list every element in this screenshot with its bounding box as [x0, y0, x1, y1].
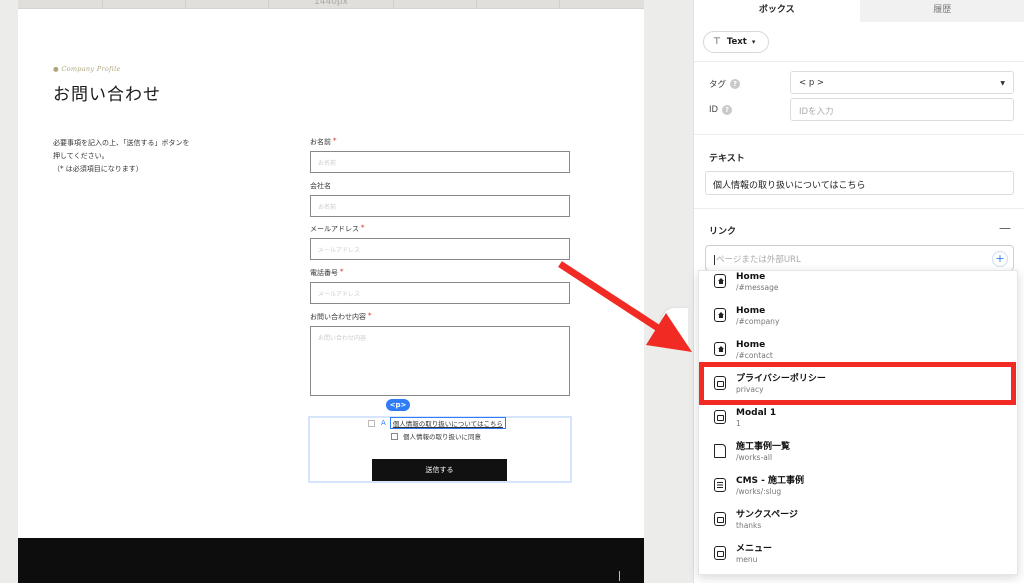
company-field[interactable]: お名前	[310, 195, 570, 217]
collapse-icon[interactable]: —	[999, 221, 1011, 235]
dropdown-item[interactable]: メニュー menu	[699, 539, 1017, 573]
modal-icon	[714, 512, 726, 526]
dropdown-item[interactable]: Home/#company	[699, 301, 1017, 335]
required-mark: *	[333, 137, 337, 145]
section-eyebrow: ● Company Profile	[53, 65, 121, 73]
element-type-label: Text	[726, 37, 747, 47]
divider	[694, 134, 1024, 135]
width-ruler: 1440px	[18, 0, 644, 9]
name-label: お名前 *	[310, 137, 337, 146]
design-canvas[interactable]: 1440px ● Company Profile お問い合わせ 必要事項を記入の…	[0, 0, 693, 583]
link-section-title: リンク	[709, 227, 737, 237]
intro-line: 押してください。	[53, 152, 109, 160]
tab-box[interactable]: ボックス	[694, 0, 860, 22]
properties-panel: ボックス 履歴 ⊤ Text ▾ タグ? < p > ▼ ID? IDを入力 テキ…	[693, 0, 1024, 583]
id-input[interactable]: IDを入力	[790, 98, 1014, 121]
submit-button[interactable]: 送信する	[372, 459, 507, 481]
tab-history[interactable]: 履歴	[859, 0, 1024, 22]
text-element-icon: A	[381, 419, 386, 427]
ruler-width-label: 1440px	[314, 0, 348, 7]
company-label: 会社名	[310, 182, 331, 190]
phone-field[interactable]: メールアドレス	[310, 282, 570, 304]
scroll-indicator	[619, 571, 620, 581]
email-label: メールアドレス *	[310, 224, 365, 233]
divider	[694, 61, 1024, 62]
panel-toggle-handle[interactable]: ›	[662, 308, 688, 348]
name-field[interactable]: お名前	[310, 151, 570, 173]
chevron-down-icon: ▾	[751, 38, 756, 46]
intro-line: （* は必須項目になります）	[53, 165, 143, 173]
home-icon	[714, 274, 726, 288]
agree-checkbox[interactable]	[391, 432, 398, 440]
text-type-icon: ⊤	[713, 37, 721, 47]
dropdown-item[interactable]: CMS - 施工事例/works/:slug	[699, 471, 1017, 505]
modal-icon	[714, 410, 726, 424]
text-cursor	[714, 254, 715, 265]
divider	[694, 208, 1024, 209]
dropdown-item[interactable]: サンクスページ thanks	[699, 505, 1017, 539]
page-title: お問い合わせ	[53, 85, 161, 105]
required-mark: *	[368, 312, 372, 320]
cms-icon	[714, 478, 726, 492]
privacy-link-row: A 個人情報の取り扱いについてはこちら	[368, 417, 506, 429]
intro-text: 必要事項を記入の上、「送信する」ボタンを 押してください。 （* は必須項目にな…	[53, 137, 190, 176]
add-link-button[interactable]: +	[992, 251, 1008, 267]
help-icon[interactable]: ?	[730, 79, 741, 89]
required-mark: *	[361, 224, 365, 232]
dropdown-item[interactable]: Home/#message	[699, 271, 1017, 301]
element-tag-badge[interactable]: <p>	[386, 399, 410, 411]
element-type-dropdown[interactable]: ⊤ Text ▾	[703, 31, 769, 53]
phone-label: 電話番号 *	[310, 268, 344, 277]
chevron-icon: ›	[671, 322, 675, 333]
home-icon	[714, 342, 726, 356]
page-icon	[714, 444, 726, 458]
required-mark: *	[340, 268, 344, 276]
link-dropdown: Home/#message Home/#company Home/#contac…	[698, 270, 1018, 575]
text-section-title: テキスト	[709, 154, 745, 164]
privacy-link[interactable]: 個人情報の取り扱いについてはこちら	[389, 417, 506, 429]
intro-line: 必要事項を記入の上、「送信する」ボタンを	[53, 139, 190, 147]
id-label: ID?	[709, 105, 733, 115]
help-icon[interactable]: ?	[722, 105, 733, 115]
link-url-input[interactable]: ページまたは外部URL +	[705, 245, 1014, 271]
checkbox-icon	[368, 419, 375, 427]
dropdown-item[interactable]: 施工事例一覧/works-all	[699, 437, 1017, 471]
caret-down-icon: ▼	[1000, 80, 1005, 87]
agree-label: 個人情報の取り扱いに同意	[403, 433, 481, 441]
tag-select[interactable]: < p > ▼	[790, 71, 1014, 94]
panel-tabs: ボックス 履歴	[694, 0, 1024, 22]
email-field[interactable]: メールアドレス	[310, 238, 570, 260]
agree-checkbox-row[interactable]: 個人情報の取り扱いに同意	[391, 431, 481, 441]
dropdown-item[interactable]: Modal 11	[699, 403, 1017, 437]
page-preview: ● Company Profile お問い合わせ 必要事項を記入の上、「送信する…	[18, 9, 644, 583]
home-icon	[714, 308, 726, 322]
modal-icon	[714, 546, 726, 560]
message-textarea[interactable]: お問い合わせ内容	[310, 326, 570, 396]
text-content-input[interactable]: 個人情報の取り扱いについてはこちら	[705, 171, 1014, 195]
footer	[18, 538, 644, 583]
message-label: お問い合わせ内容 *	[310, 312, 372, 321]
tag-label: タグ?	[709, 78, 741, 90]
highlight-annotation-box	[699, 362, 1016, 405]
